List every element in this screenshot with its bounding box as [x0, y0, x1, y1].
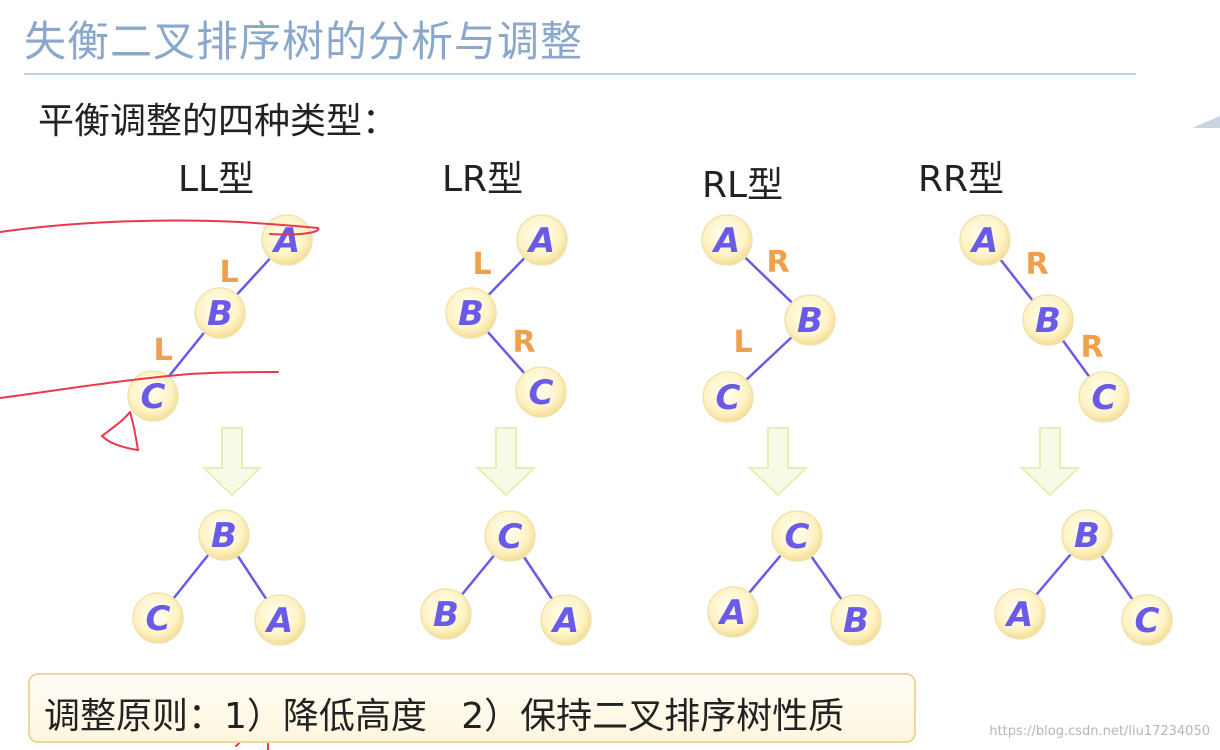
- node-rr-after-right: C: [1121, 594, 1173, 646]
- node-ll-after-right-label: A: [264, 601, 293, 641]
- node-ll-after-left: C: [132, 592, 184, 644]
- edge-label-rl-2: L: [733, 325, 752, 360]
- edge-label-lr-1: L: [472, 247, 491, 282]
- node-lr-mid-label: B: [458, 294, 484, 334]
- transform-arrows: [201, 427, 1081, 497]
- node-lr-bottom-label: C: [529, 373, 554, 413]
- node-rr-after-right-label: C: [1135, 601, 1160, 641]
- node-rl-after-right: B: [830, 594, 882, 646]
- node-ll-after-right: A: [254, 594, 306, 646]
- watermark: https://blog.csdn.net/liu17234050: [989, 724, 1210, 739]
- node-rl-top: A: [701, 214, 753, 266]
- node-rl-mid: B: [784, 294, 836, 346]
- node-ll-after-root: B: [198, 509, 250, 561]
- node-rr-bottom-label: C: [1092, 378, 1117, 418]
- node-rr-mid-label: B: [1035, 301, 1061, 341]
- edge-label-rr-1: R: [1025, 247, 1048, 282]
- edge-label-lr-2: R: [512, 325, 535, 360]
- node-lr-mid: B: [445, 287, 497, 339]
- node-rl-bottom: C: [702, 371, 754, 423]
- node-ll-after-root-label: B: [211, 516, 237, 556]
- node-ll-mid: B: [194, 287, 246, 339]
- node-rl-after-left-label: A: [717, 593, 746, 633]
- down-arrow-lr: [475, 427, 537, 497]
- node-ll-after-left-label: C: [146, 599, 171, 639]
- node-rr-top-label: A: [969, 221, 998, 261]
- edge-label-rr-2: R: [1080, 330, 1103, 365]
- node-rr-after-left: A: [994, 588, 1046, 640]
- red-annotation-stroke-3: [100, 411, 140, 452]
- node-rl-after-left: A: [707, 586, 759, 638]
- node-rr-after-root-label: B: [1074, 516, 1100, 556]
- down-arrow-rl: [747, 427, 809, 497]
- node-rl-mid-label: B: [797, 301, 823, 341]
- node-rr-after-left-label: A: [1004, 595, 1033, 635]
- node-rr-after-root: B: [1061, 509, 1113, 561]
- node-rl-bottom-label: C: [716, 378, 741, 418]
- node-lr-after-root-label: C: [498, 517, 523, 557]
- node-rl-after-right-label: B: [843, 601, 869, 641]
- handwritten-annotations: [0, 219, 320, 750]
- node-ll-top-label: A: [271, 221, 300, 261]
- node-rr-bottom: C: [1078, 371, 1130, 423]
- down-arrow-ll: [201, 427, 263, 497]
- edge-label-ll-2: L: [153, 333, 172, 368]
- principle-box: 调整原则：1）降低高度 2）保持二叉排序树性质: [28, 673, 916, 743]
- node-ll-top: A: [261, 214, 313, 266]
- principle-text: 调整原则：1）降低高度 2）保持二叉排序树性质: [44, 696, 845, 737]
- edge-label-rl-1: R: [766, 245, 789, 280]
- node-lr-top-label: A: [526, 221, 555, 261]
- node-lr-after-left: B: [420, 588, 472, 640]
- node-rr-top: A: [959, 214, 1011, 266]
- node-rl-top-label: A: [711, 221, 740, 261]
- node-rr-mid: B: [1022, 294, 1074, 346]
- node-lr-after-right-label: A: [550, 601, 579, 641]
- edge-label-ll-1: L: [219, 255, 238, 290]
- node-rl-after-root-label: C: [785, 517, 810, 557]
- node-rl-after-root: C: [771, 510, 823, 562]
- node-ll-bottom-label: C: [141, 377, 166, 417]
- node-lr-top: A: [516, 214, 568, 266]
- tree-edges: [152, 239, 1149, 621]
- node-ll-mid-label: B: [207, 294, 233, 334]
- node-lr-after-left-label: B: [433, 595, 459, 635]
- node-lr-after-right: A: [540, 594, 592, 646]
- rotation-diagrams: ABCBC AABCCB AABCCA BABCBA C LLLRRLRR: [0, 214, 1173, 750]
- node-lr-after-root: C: [484, 510, 536, 562]
- node-lr-bottom: C: [515, 366, 567, 418]
- down-arrow-rr: [1019, 427, 1081, 497]
